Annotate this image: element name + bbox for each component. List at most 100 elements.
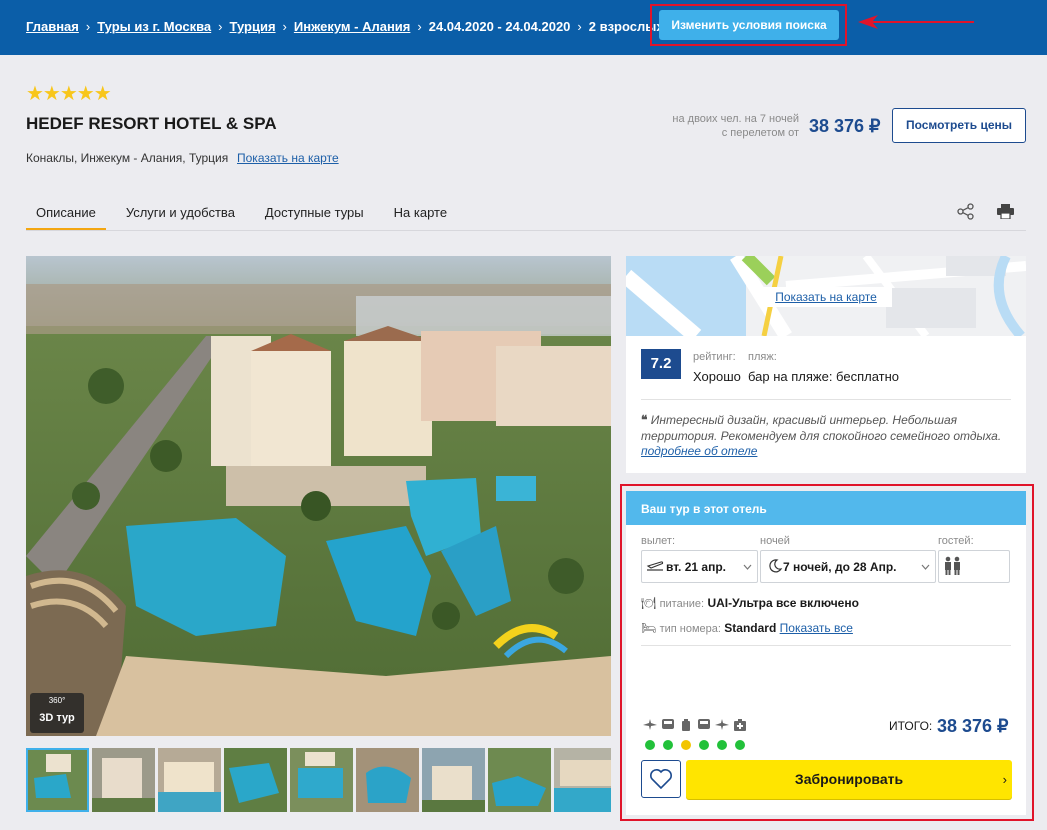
chevron-down-icon	[921, 564, 930, 570]
tab-description[interactable]: Описание	[26, 200, 106, 231]
nights-select[interactable]: 7 ночей, до 28 Апр.	[760, 550, 936, 583]
book-button[interactable]: Забронировать ›	[686, 760, 1012, 799]
nights-label: ночей	[760, 535, 790, 547]
price-from: 38 376 ₽	[809, 116, 881, 136]
price-note-line: на двоих чел. на 7 ночей	[672, 113, 799, 125]
hotel-location: Конаклы, Инжекум - Алания, Турция	[26, 151, 229, 165]
map-show-button[interactable]: Показать на карте	[760, 287, 892, 307]
status-dot	[699, 740, 709, 750]
hotel-main-photo[interactable]	[26, 256, 611, 736]
bus-icon	[698, 719, 710, 729]
service-transfer-out	[661, 718, 675, 750]
departure-label: вылет:	[641, 535, 676, 547]
thumbnail[interactable]	[158, 748, 221, 812]
rating-label: рейтинг:	[693, 351, 736, 363]
breadcrumb-home[interactable]: Главная	[26, 19, 79, 34]
price-note-line: с перелетом от	[721, 127, 799, 139]
total-label: ИТОГО:	[889, 719, 933, 733]
total-price: 38 376 ₽	[937, 716, 1009, 736]
service-flight-back	[715, 718, 729, 750]
tour-card: Ваш тур в этот отель вылет: вт. 21 апр. …	[626, 491, 1026, 815]
price-note: на двоих чел. на 7 ночей с перелетом от	[672, 112, 799, 140]
status-dot	[735, 740, 745, 750]
status-dot	[717, 740, 727, 750]
review-body: Интересный дизайн, красивый интерьер. Не…	[641, 413, 1002, 443]
meal-label: питание:	[659, 598, 705, 610]
heart-icon	[650, 769, 672, 790]
beach-value: бар на пляже: бесплатно	[748, 369, 900, 384]
service-insurance	[733, 718, 747, 750]
breadcrumb-separator: ›	[85, 19, 91, 34]
meal-row: 🍽 питание: UAI-Ультра все включено	[641, 596, 859, 610]
plane-icon	[643, 719, 657, 730]
beach-label: пляж:	[748, 351, 777, 363]
status-dot	[663, 740, 673, 750]
tab-bar: Описание Услуги и удобства Доступные тур…	[26, 200, 467, 231]
hotel-name: HEDEF RESORT HOTEL & SPA	[26, 114, 277, 133]
thumbnail[interactable]	[554, 748, 611, 812]
share-icon[interactable]	[957, 203, 974, 220]
breadcrumb-separator: ›	[577, 19, 582, 34]
show-all-rooms-link[interactable]: Показать все	[780, 621, 853, 635]
guests-label: гостей:	[938, 535, 974, 547]
view-prices-button[interactable]: Посмотреть цены	[892, 108, 1026, 143]
breadcrumb-separator: ›	[282, 19, 287, 34]
moon-icon	[769, 559, 783, 573]
meal-icon: 🍽	[641, 596, 657, 610]
tab-divider	[26, 230, 1026, 231]
medical-kit-icon	[734, 719, 746, 731]
nights-value: 7 ночей, до 28 Апр.	[783, 560, 897, 574]
breadcrumb-turkey[interactable]: Турция	[230, 19, 276, 34]
thumbnail[interactable]	[422, 748, 485, 812]
thumbnail[interactable]	[26, 748, 89, 812]
360-icon: 360°	[48, 696, 66, 705]
room-label: тип номера:	[659, 623, 721, 635]
photo-thumbnails	[26, 748, 611, 812]
favorite-button[interactable]	[641, 760, 681, 798]
breadcrumb-region[interactable]: Инжекум - Алания	[294, 19, 411, 34]
book-button-label: Забронировать	[794, 771, 904, 787]
bed-icon: 🛏	[641, 621, 657, 635]
red-arrow-annotation	[858, 15, 974, 29]
print-icon[interactable]	[997, 204, 1014, 219]
chevron-down-icon	[743, 564, 752, 570]
divider	[641, 399, 1011, 400]
bus-icon	[662, 719, 674, 729]
breadcrumb-tours-moscow[interactable]: Туры из г. Москва	[97, 19, 211, 34]
tab-services[interactable]: Услуги и удобства	[116, 200, 245, 231]
luggage-icon	[682, 719, 690, 731]
chevron-right-icon: ›	[1002, 772, 1007, 787]
thumbnail[interactable]	[356, 748, 419, 812]
plane-icon	[715, 719, 729, 730]
tab-available-tours[interactable]: Доступные туры	[255, 200, 374, 231]
thumbnail[interactable]	[224, 748, 287, 812]
show-on-map-link[interactable]: Показать на карте	[237, 151, 339, 165]
departure-select[interactable]: вт. 21 апр.	[641, 550, 758, 583]
rating-score: 7.2	[641, 349, 681, 379]
quote-icon: ❝	[641, 413, 651, 427]
status-dot	[645, 740, 655, 750]
thumbnail[interactable]	[92, 748, 155, 812]
hotel-stars: ★★★★★	[26, 83, 112, 105]
guests-select[interactable]	[938, 550, 1010, 583]
service-luggage	[679, 718, 693, 750]
hotel-details-link[interactable]: подробнее об отеле	[641, 444, 757, 458]
room-row: 🛏 тип номера: Standard Показать все	[641, 621, 853, 635]
service-flight-out	[643, 718, 657, 750]
thumbnail[interactable]	[290, 748, 353, 812]
room-value: Standard	[724, 621, 777, 635]
departure-value: вт. 21 апр.	[666, 560, 726, 574]
breadcrumb: Главная › Туры из г. Москва › Турция › И…	[26, 19, 664, 34]
thumbnail[interactable]	[488, 748, 551, 812]
tour-3d-badge[interactable]: 360° 3D тур	[30, 693, 84, 733]
tour-3d-label: 3D тур	[39, 712, 75, 724]
meal-value: UAI-Ультра все включено	[707, 596, 859, 610]
tour-card-title: Ваш тур в этот отель	[626, 491, 1026, 525]
tab-map[interactable]: На карте	[384, 200, 457, 231]
change-search-button[interactable]: Изменить условия поиска	[659, 10, 839, 40]
breadcrumb-separator: ›	[417, 19, 422, 34]
plane-icon	[646, 561, 664, 571]
guests-icon	[945, 556, 960, 575]
rating-card: 7.2 рейтинг: Хорошо пляж: бар на пляже: …	[626, 336, 1026, 473]
breadcrumb-separator: ›	[218, 19, 223, 34]
